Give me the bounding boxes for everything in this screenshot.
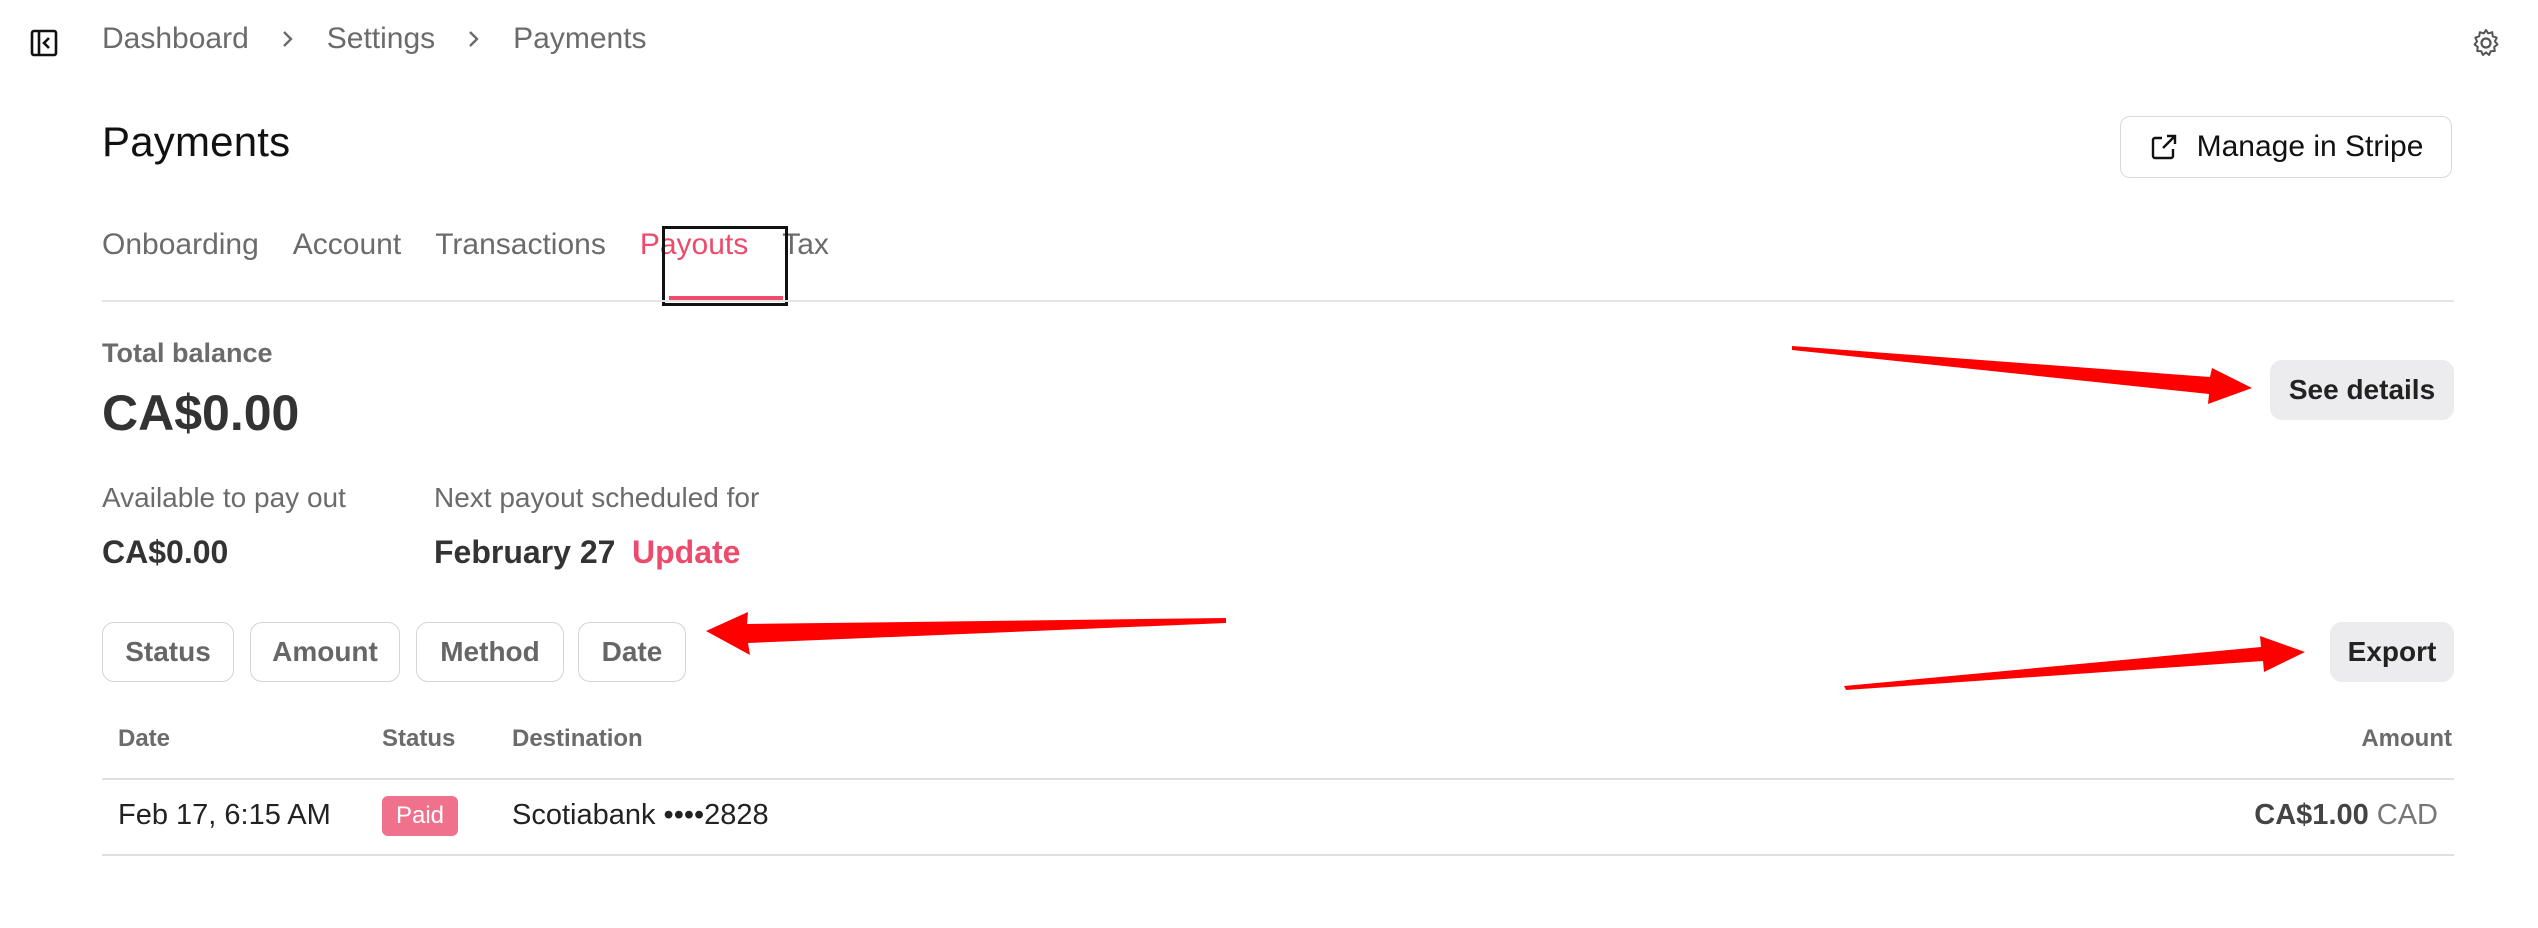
table-header-divider: [102, 778, 2454, 780]
next-payout-label: Next payout scheduled for: [434, 482, 760, 513]
filter-date-button[interactable]: Date: [578, 622, 686, 682]
tab-focus-ring: [662, 226, 788, 306]
sidebar-toggle-icon[interactable]: [29, 28, 59, 58]
annotation-arrow-see-details: [1792, 346, 2252, 404]
filter-status-button[interactable]: Status: [102, 622, 234, 682]
column-header-destination[interactable]: Destination: [512, 725, 643, 753]
available-payout-label: Available to pay out: [102, 482, 346, 513]
tab-transactions[interactable]: Transactions: [435, 228, 606, 262]
chevron-right-icon: [467, 29, 481, 49]
table-row-amount[interactable]: CA$1.00 CAD: [2000, 799, 2438, 832]
amount-currency: CAD: [2376, 799, 2438, 831]
annotation-arrow-export: [1844, 636, 2305, 690]
table-row-date[interactable]: Feb 17, 6:15 AM: [118, 799, 331, 832]
filter-amount-button[interactable]: Amount: [250, 622, 400, 682]
total-balance-value: CA$0.00: [102, 385, 300, 441]
manage-in-stripe-button[interactable]: Manage in Stripe: [2120, 116, 2452, 178]
amount-value: CA$1.00: [2254, 799, 2369, 831]
manage-in-stripe-label: Manage in Stripe: [2196, 130, 2424, 163]
see-details-button[interactable]: See details: [2270, 360, 2454, 420]
available-payout-value: CA$0.00: [102, 534, 229, 570]
tabs-divider: [102, 300, 2454, 302]
tab-tax[interactable]: Tax: [782, 228, 829, 262]
total-balance-label: Total balance: [102, 338, 273, 368]
column-header-date[interactable]: Date: [118, 725, 170, 753]
chevron-right-icon: [281, 29, 295, 49]
breadcrumb-settings[interactable]: Settings: [327, 22, 435, 56]
annotation-arrow-filters: [706, 612, 1226, 655]
table-bottom-divider: [102, 854, 2454, 856]
tab-account[interactable]: Account: [293, 228, 401, 262]
external-link-icon: [2151, 134, 2176, 160]
breadcrumb: Dashboard Settings Payments: [102, 22, 647, 56]
update-payout-link[interactable]: Update: [632, 534, 740, 571]
breadcrumb-payments: Payments: [513, 22, 647, 55]
column-header-status[interactable]: Status: [382, 725, 455, 753]
page-title: Payments: [102, 118, 291, 165]
table-row-destination[interactable]: Scotiabank ••••2828: [512, 799, 769, 832]
status-badge: Paid: [382, 796, 458, 836]
export-button[interactable]: Export: [2330, 622, 2454, 682]
breadcrumb-dashboard[interactable]: Dashboard: [102, 22, 249, 56]
gear-icon[interactable]: [2470, 27, 2502, 59]
tab-onboarding[interactable]: Onboarding: [102, 228, 259, 262]
filter-method-button[interactable]: Method: [416, 622, 564, 682]
column-header-amount[interactable]: Amount: [2252, 725, 2452, 753]
next-payout-date: February 27: [434, 534, 616, 570]
